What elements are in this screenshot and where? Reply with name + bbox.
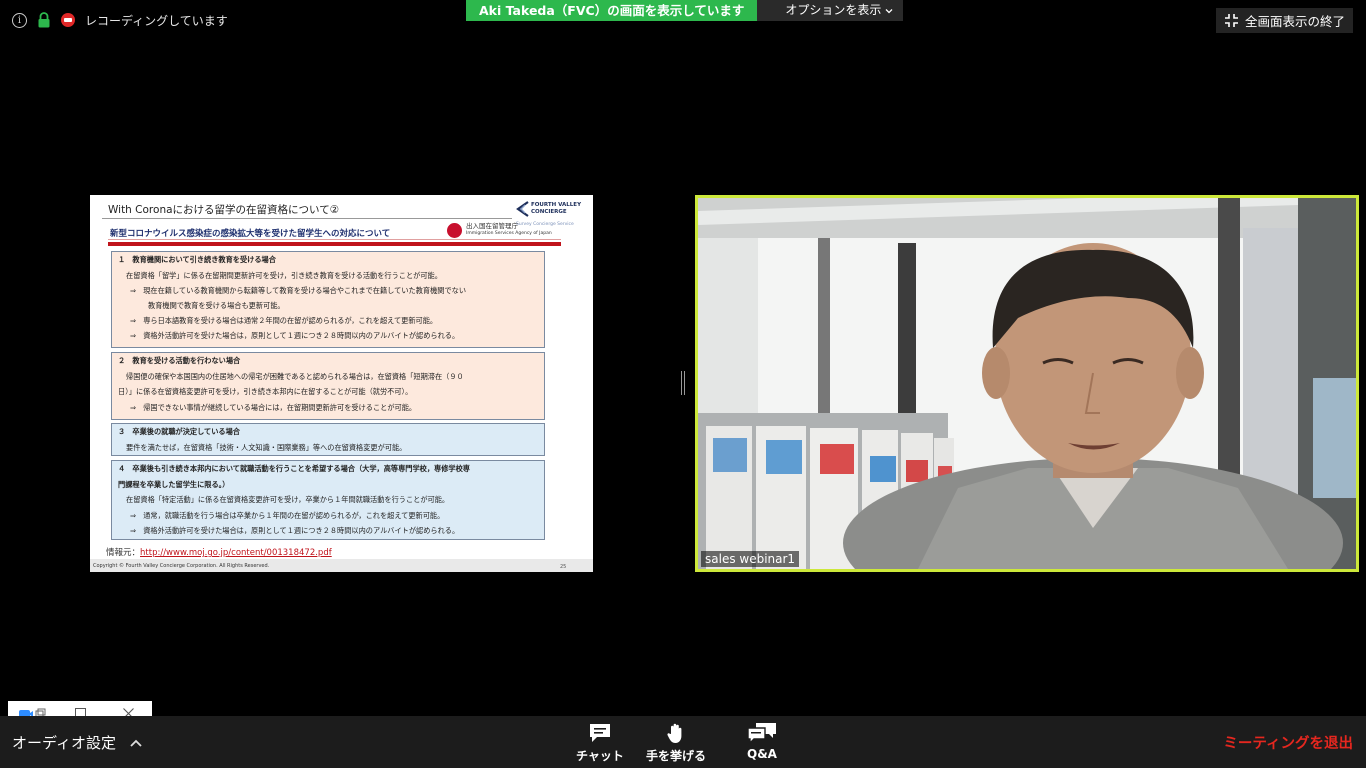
view-options-label: オプションを表示 [785, 3, 882, 17]
exit-fullscreen-icon [1224, 14, 1238, 27]
company-name: FOURTH VALLEY CONCIERGE [531, 202, 581, 216]
raise-hand-icon [667, 723, 682, 743]
agency-name-en: Immigration Services Agency of Japan [466, 231, 552, 236]
audio-settings-button[interactable]: オーディオ設定 [12, 732, 142, 753]
slide-title-underline [102, 218, 512, 219]
leave-meeting-button[interactable]: ミーティングを退出 [1223, 732, 1353, 753]
case-3-heading: ３ 卒業後の就職が決定している場合 [118, 427, 240, 436]
case-1-heading: １ 教育機関において引き続き教育を受ける場合 [118, 255, 276, 264]
case-4-heading: ４ 卒業後も引き続き本邦内において就職活動を行うことを希望する場合（大学，高等専… [118, 464, 470, 473]
case-box-1: １ 教育機関において引き続き教育を受ける場合 在留資格「留学」に係る在留期間更新… [111, 251, 545, 348]
slide-subtitle: 新型コロナウイルス感染症の感染拡大等を受けた留学生への対応について [110, 229, 391, 239]
chevron-up-icon[interactable] [130, 739, 142, 747]
case-2-line: 日）」に係る在留資格変更許可を受け，引き続き本邦内に在留することが可能（就労不可… [118, 387, 413, 396]
active-speaker-video[interactable]: sales webinar1 [695, 195, 1359, 572]
case-4-line: ⇒ 通常，就職活動を行う場合は卒業から１年間の在留が認められるが，これを超えて更… [130, 510, 445, 520]
case-box-2: ２ 教育を受ける活動を行わない場合 帰国便の確保や本国国内の住居地への帰宅が困難… [111, 352, 545, 420]
exit-fullscreen-button[interactable]: 全画面表示の終了 [1215, 8, 1353, 33]
subtitle-divider-thin [108, 239, 561, 240]
case-4-heading-cont: 門課程を卒業した留学生に限る。） [118, 479, 230, 489]
case-2-heading: ２ 教育を受ける活動を行わない場合 [118, 356, 241, 365]
fvc-logo-icon [516, 201, 529, 217]
qa-button[interactable]: Q&A [746, 722, 778, 761]
case-4-line: ⇒ 資格外活動許可を受けた場合は，原則として１週につき２８時間以内のアルバイトが… [130, 526, 460, 535]
screen-share-banner: Aki Takeda（FVC）の画面を表示しています オプションを表示 [466, 0, 904, 21]
qa-icon [747, 723, 776, 744]
speaker-video-frame [698, 198, 1356, 569]
case-1-line: 在留資格「留学」に係る在留期間更新許可を受け，引き続き教育を受ける活動を行うこと… [126, 270, 442, 280]
screen-share-label: Aki Takeda（FVC）の画面を表示しています [466, 0, 758, 21]
case-1-line: ⇒ 専ら日本語教育を受ける場合は通常２年間の在留が認められるが，これを超えて更新… [130, 315, 438, 325]
case-4-line: 在留資格「特定活動」に係る在留資格変更許可を受け，卒業から１年間就職活動を行うこ… [126, 495, 450, 504]
company-logo: FOURTH VALLEY CONCIERGE Survey Concierge… [515, 201, 587, 227]
meeting-status-area: i レコーディングしています [12, 10, 228, 30]
exit-fullscreen-label: 全画面表示の終了 [1244, 14, 1345, 29]
participant-name-label: sales webinar1 [701, 551, 800, 567]
view-options-button[interactable]: オプションを表示 [757, 0, 904, 21]
split-view-resize-handle[interactable] [681, 371, 685, 395]
source-label: 情報元： [106, 548, 141, 558]
case-2-line: ⇒ 帰国できない事情が継続している場合には，在留期間更新許可を受けることが可能。 [130, 402, 417, 412]
company-name-line1: FOURTH VALLEY [531, 202, 582, 208]
qa-label: Q&A [747, 747, 777, 761]
case-1-line: ⇒ 資格外活動許可を受けた場合は，原則として１週につき２８時間以内のアルバイトが… [130, 331, 460, 340]
subtitle-divider [108, 242, 561, 246]
chat-icon [589, 724, 610, 742]
source-link[interactable]: http://www.moj.go.jp/content/001318472.p… [140, 548, 332, 558]
raise-hand-label: 手を挙げる [646, 749, 707, 763]
info-icon[interactable]: i [12, 12, 27, 28]
slide-page-number: 25 [560, 564, 567, 570]
case-1-line: 教育機関で教育を受ける場合も更新可能。 [148, 300, 285, 310]
shared-screen-slide: With Coronaにおける留学の在留資格について② FOURTH VALLE… [90, 195, 593, 572]
source-citation: 情報元：http://www.moj.go.jp/content/0013184… [106, 546, 332, 558]
chat-label: チャット [576, 749, 624, 763]
raise-hand-button[interactable]: 手を挙げる [646, 722, 706, 764]
chevron-down-icon [885, 8, 893, 13]
case-3-line: 要件を満たせば，在留資格「技術・人文知識・国際業務」等への在留資格変更が可能。 [126, 442, 407, 452]
recording-status-text: レコーディングしています [85, 13, 228, 28]
copyright-text: Copyright © Fourth Valley Concierge Corp… [93, 563, 270, 569]
agency-name: 出入国在留管理庁 Immigration Services Agency of … [466, 223, 552, 237]
agency-emblem-icon [447, 223, 462, 238]
recording-icon [61, 13, 75, 27]
chat-button[interactable]: チャット [576, 722, 624, 764]
lock-icon[interactable] [37, 12, 51, 28]
agency-name-jp: 出入国在留管理庁 [466, 222, 518, 230]
case-box-3: ３ 卒業後の就職が決定している場合 要件を満たせば，在留資格「技術・人文知識・国… [111, 423, 545, 456]
case-box-4: ４ 卒業後も引き続き本邦内において就職活動を行うことを希望する場合（大学，高等専… [111, 460, 545, 540]
case-2-line: 帰国便の確保や本国国内の住居地への帰宅が困難であると認められる場合は，在留資格「… [126, 371, 464, 381]
company-name-line2: CONCIERGE [531, 209, 567, 215]
case-1-line: ⇒ 現在在籍している教育機関から転籍等して教育を受ける場合やこれまで在籍していた… [130, 286, 467, 295]
audio-settings-label: オーディオ設定 [12, 734, 116, 752]
slide-title: With Coronaにおける留学の在留資格について② [108, 204, 340, 216]
